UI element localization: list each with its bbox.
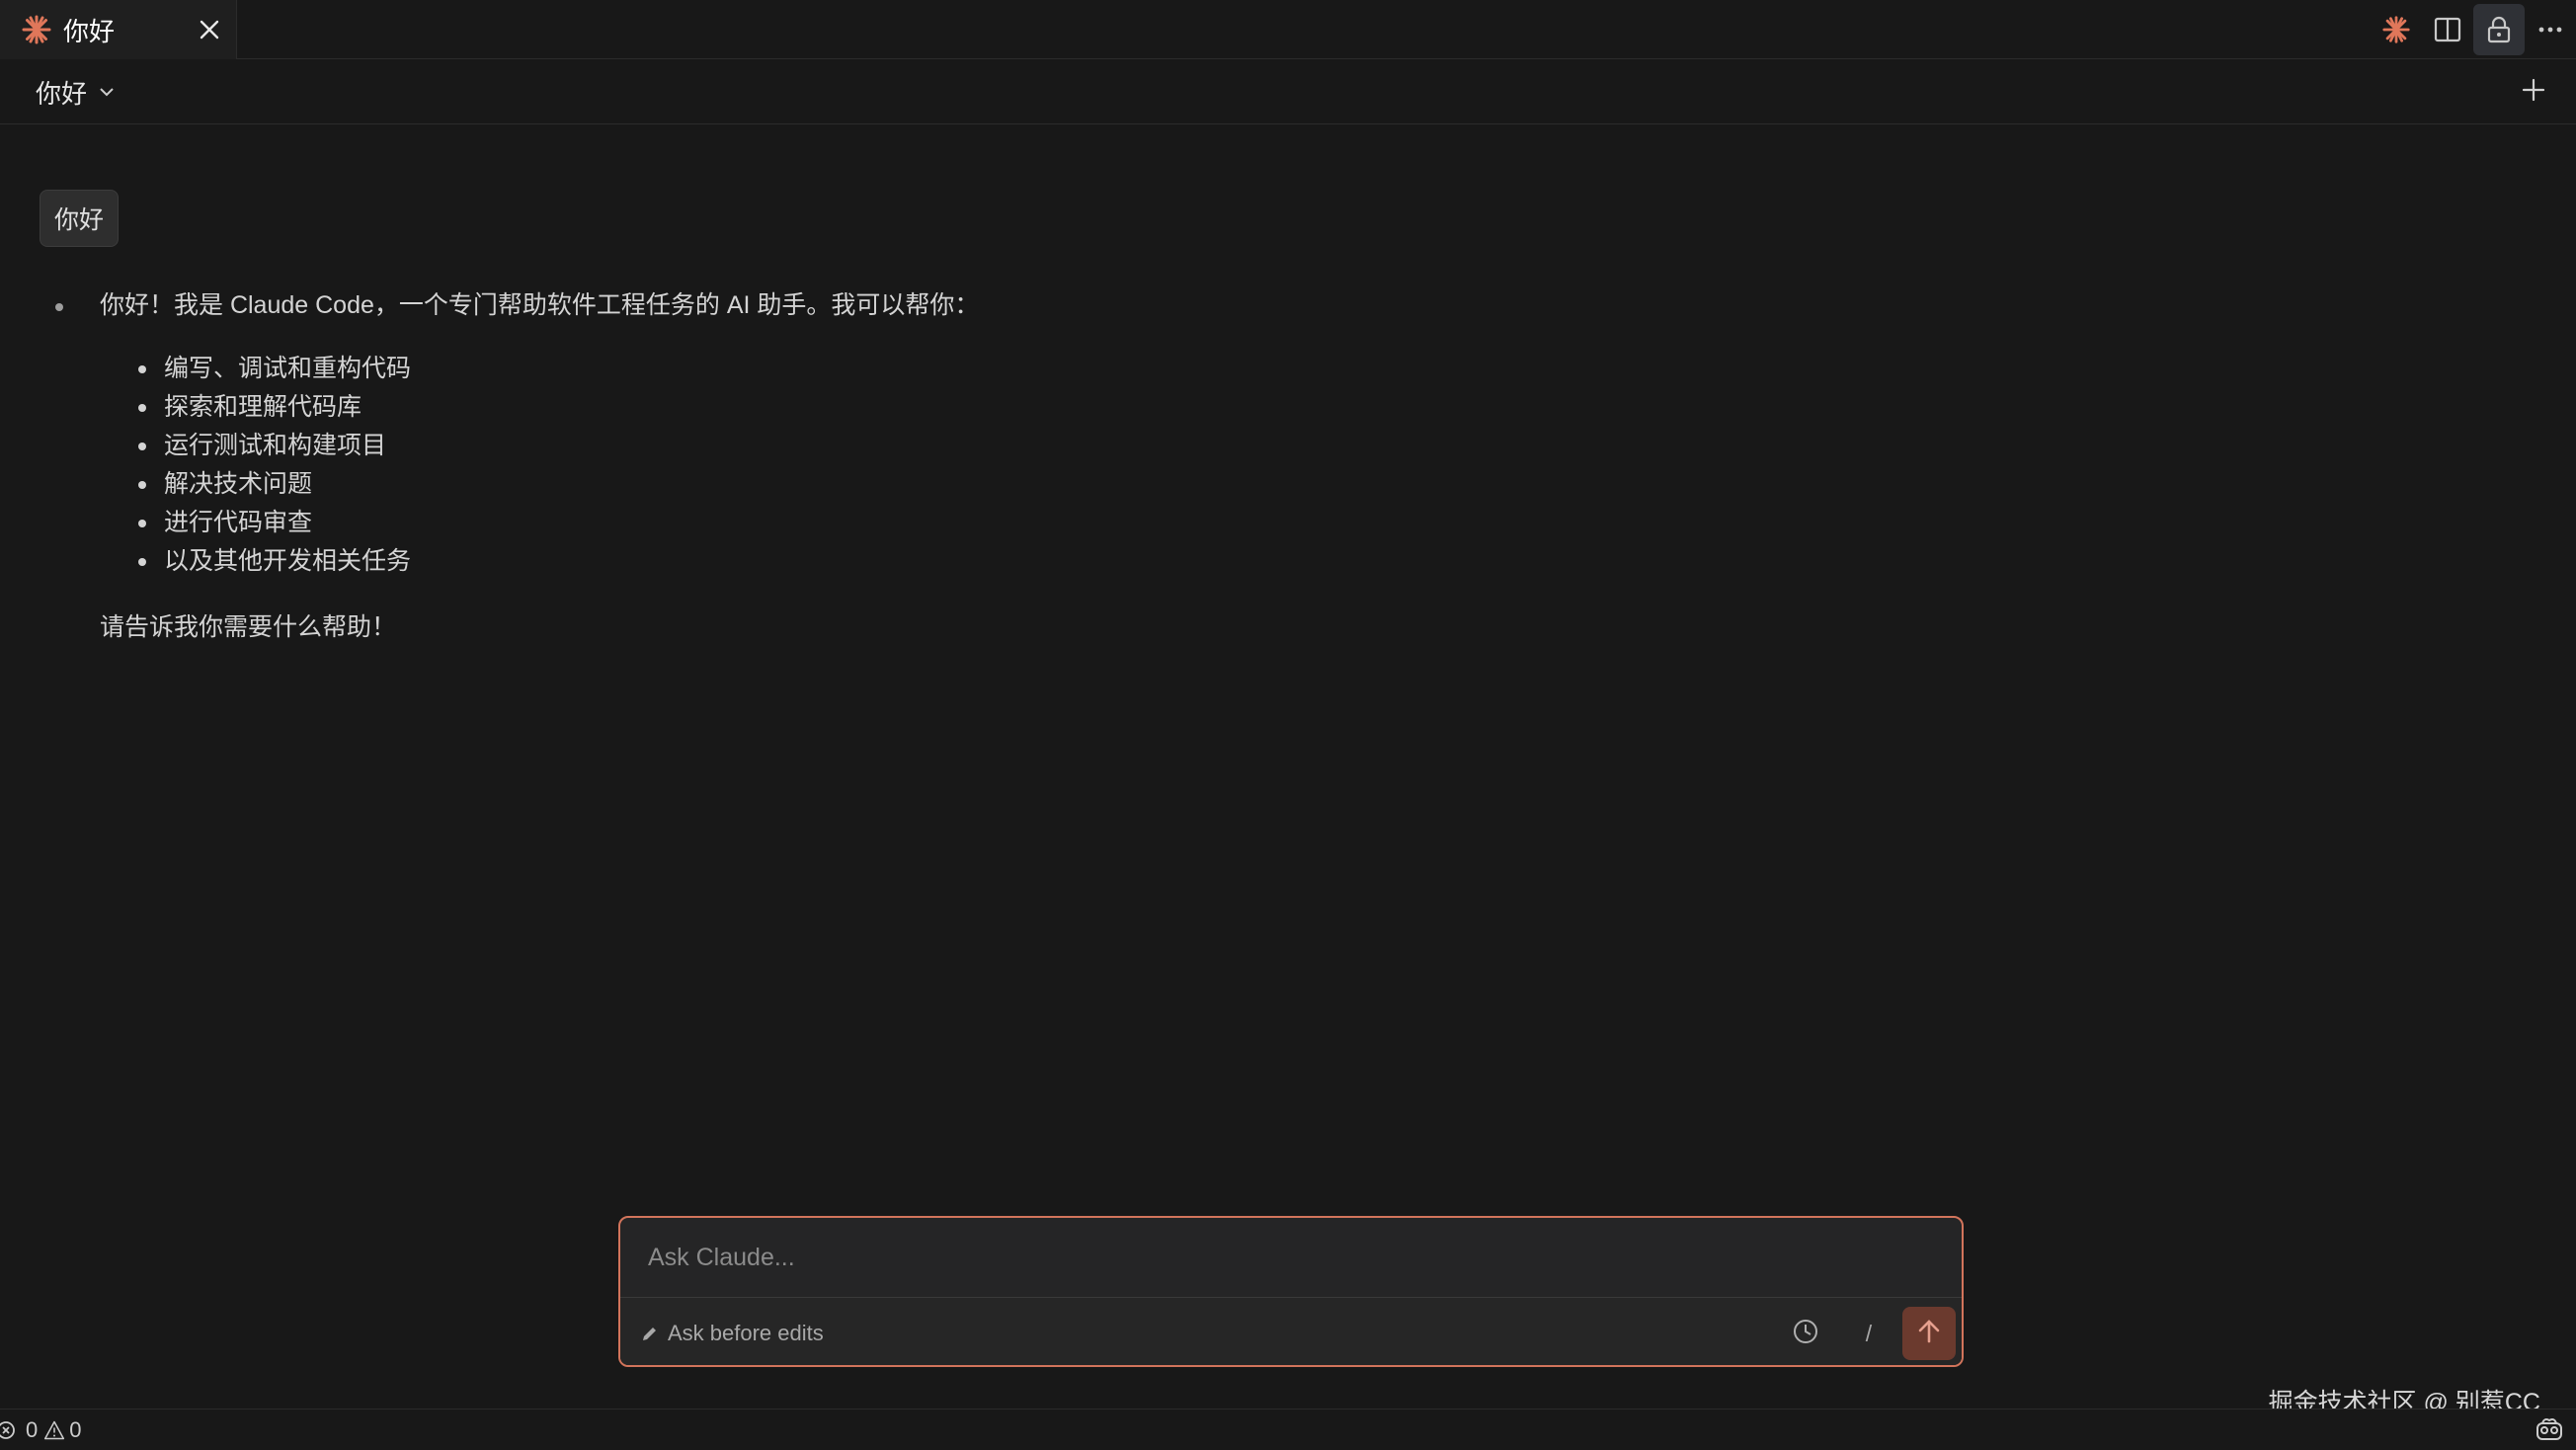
tab-bar: 你好	[0, 0, 2576, 59]
list-item: 运行测试和构建项目	[138, 427, 411, 465]
new-session-button[interactable]	[2513, 71, 2554, 113]
claude-logo-icon[interactable]	[2371, 4, 2422, 55]
warning-icon	[43, 1419, 65, 1441]
claude-logo-icon	[20, 13, 53, 46]
list-item: 探索和理解代码库	[138, 388, 411, 427]
list-item: 进行代码审查	[138, 504, 411, 542]
message-bullet-icon	[55, 303, 63, 311]
lock-icon[interactable]	[2473, 4, 2525, 55]
edit-mode-label: Ask before edits	[668, 1321, 824, 1345]
prompt-input[interactable]	[620, 1218, 1962, 1297]
send-button[interactable]	[1902, 1307, 1956, 1360]
tab-hello[interactable]: 你好	[0, 0, 237, 59]
list-item: 以及其他开发相关任务	[138, 542, 411, 581]
slash-command-button[interactable]: /	[1849, 1314, 1889, 1353]
session-dropdown[interactable]: 你好	[36, 73, 119, 111]
plus-icon	[2522, 78, 2545, 107]
split-editor-icon[interactable]	[2422, 4, 2473, 55]
assistant-intro: 你好！我是 Claude Code，一个专门帮助软件工程任务的 AI 助手。我可…	[100, 291, 980, 319]
warning-count: 0	[69, 1417, 82, 1442]
copilot-status-button[interactable]	[2533, 1413, 2566, 1447]
capability-list: 编写、调试和重构代码 探索和理解代码库 运行测试和构建项目 解决技术问题 进行代…	[138, 350, 411, 581]
arrow-up-icon	[1915, 1318, 1943, 1350]
pencil-icon	[640, 1323, 662, 1344]
copilot-icon	[2535, 1415, 2564, 1446]
close-icon[interactable]	[190, 10, 229, 49]
tab-title: 你好	[63, 16, 116, 46]
claude-code-panel: 你好 你好 你好 你好！我是 Claude Code，一个专门帮助软件工程任务的…	[0, 0, 2576, 1450]
list-item: 解决技术问题	[138, 465, 411, 504]
composer-footer: Ask before edits /	[620, 1297, 1962, 1365]
session-header: 你好	[0, 59, 2576, 124]
user-message: 你好	[40, 190, 120, 247]
editor-actions	[2371, 0, 2576, 59]
session-label: 你好	[36, 78, 88, 109]
error-icon	[0, 1419, 22, 1441]
history-button[interactable]	[1786, 1314, 1825, 1353]
error-count: 0	[26, 1417, 39, 1442]
problems-indicator[interactable]: 0 0	[0, 1415, 88, 1445]
status-bar: 0 0	[0, 1409, 2576, 1450]
assistant-outro: 请告诉我你需要什么帮助！	[100, 613, 397, 641]
edit-mode-button[interactable]: Ask before edits	[640, 1318, 824, 1349]
clock-icon	[1792, 1318, 1819, 1350]
prompt-composer: Ask before edits /	[618, 1216, 1964, 1367]
list-item: 编写、调试和重构代码	[138, 350, 411, 388]
more-icon[interactable]	[2525, 4, 2576, 55]
chevron-down-icon	[97, 81, 119, 103]
